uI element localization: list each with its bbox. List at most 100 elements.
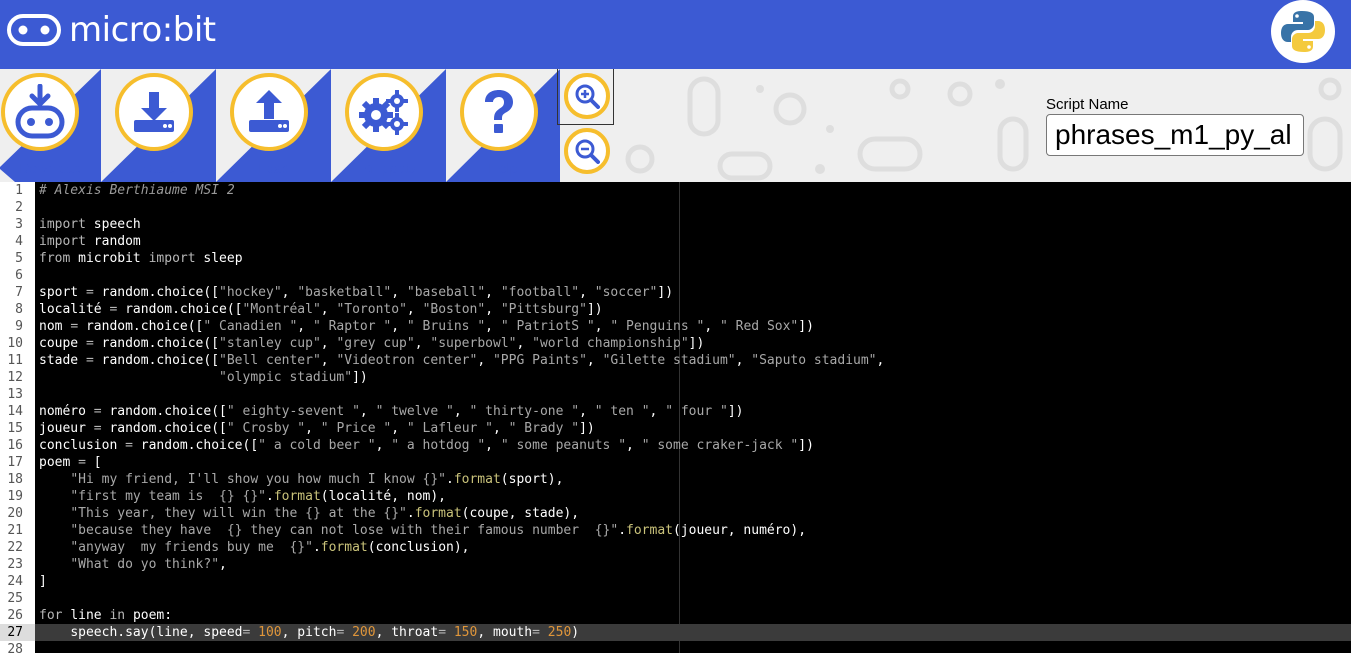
- code-token: " a hotdog ": [391, 438, 486, 453]
- help-label: Help: [488, 160, 518, 176]
- python-logo: [1271, 0, 1335, 63]
- code-line[interactable]: joueur = random.choice([" Crosby ", " Pr…: [39, 420, 595, 437]
- line-number: 27: [0, 624, 35, 641]
- upload-icon: [249, 90, 289, 132]
- question-mark-icon: [485, 90, 513, 133]
- code-editor[interactable]: 1 2 3 4 5 6 7 8 9 10 11 12 13 14 15 16 17 18 19 20 21 22 23 24 2…: [0, 182, 1351, 653]
- code-token: ,: [305, 421, 321, 436]
- code-line[interactable]: "because they have {} they can not lose …: [39, 522, 806, 539]
- code-token: 150: [453, 625, 478, 640]
- microbit-face-icon: [7, 14, 61, 46]
- line-number: 2: [15, 200, 23, 215]
- code-token: ,: [477, 353, 493, 368]
- zoom-out-icon: [575, 139, 600, 164]
- code-token: (sport),: [500, 472, 564, 487]
- code-line[interactable]: stade = random.choice(["Bell center", "V…: [39, 352, 884, 369]
- code-line[interactable]: import speech: [39, 216, 141, 233]
- code-line[interactable]: conclusion = random.choice([" a cold bee…: [39, 437, 814, 454]
- snippets-button[interactable]: Snippets: [331, 69, 446, 182]
- code-token: random.choice([: [101, 285, 220, 300]
- load-button[interactable]: Load: [216, 69, 331, 182]
- line-number: 16: [7, 438, 23, 453]
- code-token: random.choice([: [109, 421, 227, 436]
- zoom-in-button[interactable]: [564, 73, 610, 119]
- code-token: "because they have {} they can not lose …: [70, 523, 619, 538]
- load-label: Load: [257, 160, 290, 176]
- code-token: "anyway my friends buy me {}": [70, 540, 313, 555]
- code-line[interactable]: "What do yo think?",: [39, 556, 227, 573]
- code-token: "basketball": [297, 285, 392, 300]
- code-token: ]): [727, 404, 744, 419]
- code-token: "Videotron center": [336, 353, 478, 368]
- help-button[interactable]: Help: [446, 69, 560, 182]
- line-number: 4: [15, 234, 23, 249]
- script-name-input[interactable]: [1046, 114, 1304, 156]
- code-line[interactable]: coupe = random.choice(["stanley cup", "g…: [39, 335, 704, 352]
- line-number: 23: [7, 557, 23, 572]
- code-token: ,: [485, 319, 501, 334]
- line-number: 26: [7, 608, 23, 623]
- line-number: 14: [7, 404, 23, 419]
- code-line[interactable]: sport = random.choice(["hockey", "basket…: [39, 284, 673, 301]
- code-token: import: [148, 251, 196, 266]
- code-token: ,: [876, 353, 885, 368]
- line-number: 6: [15, 268, 23, 283]
- code-token: noméro: [39, 404, 86, 419]
- code-line[interactable]: "This year, they will win the {} at the …: [39, 505, 579, 522]
- code-line[interactable]: for line in poem:: [39, 607, 172, 624]
- code-line[interactable]: "first my team is {} {}".format(localité…: [39, 488, 446, 505]
- code-token: ): [571, 625, 580, 640]
- code-token: ,: [375, 438, 392, 453]
- code-token: =: [78, 455, 86, 470]
- code-token: ,: [485, 302, 501, 317]
- code-token: =: [438, 625, 447, 640]
- code-line[interactable]: localité = random.choice(["Montréal", "T…: [39, 301, 603, 318]
- python-logo-icon: [1281, 11, 1325, 52]
- save-button[interactable]: Save: [101, 69, 216, 182]
- code-line[interactable]: "Hi my friend, I'll show you how much I …: [39, 471, 563, 488]
- code-token: poem: [39, 455, 71, 470]
- line-number: 10: [7, 336, 23, 351]
- snippets-circle: [345, 73, 423, 151]
- code-token: "first my team is {} {}": [70, 489, 266, 504]
- code-line[interactable]: from microbit import sleep: [39, 250, 243, 267]
- code-token: .: [265, 489, 274, 504]
- code-token: "Gilette stadium": [602, 353, 736, 368]
- code-token: " ten ": [594, 404, 650, 419]
- code-line[interactable]: import random: [39, 233, 141, 250]
- code-token: =: [85, 285, 94, 300]
- code-line[interactable]: noméro = random.choice([" eighty-sevent …: [39, 403, 743, 420]
- code-token: 250: [547, 625, 572, 640]
- code-token: "Pittsburg": [500, 302, 587, 317]
- code-line[interactable]: "anyway my friends buy me {}".format(con…: [39, 539, 469, 556]
- download-button[interactable]: Download: [0, 69, 101, 182]
- script-name-label: Script Name: [1046, 96, 1129, 113]
- code-line[interactable]: speech.say(line, speed = 100, pitch = 200,…: [39, 624, 579, 641]
- code-token: ,: [359, 404, 376, 419]
- code-token: .: [618, 523, 627, 538]
- code-token: localité: [39, 302, 102, 317]
- code-token: joueur: [39, 421, 86, 436]
- code-token: " Red Sox": [719, 319, 799, 334]
- line-number: 9: [15, 319, 23, 334]
- code-line[interactable]: ]: [39, 573, 47, 590]
- code-token: " Price ": [320, 421, 392, 436]
- code-line[interactable]: nom = random.choice([" Canadien ", " Rap…: [39, 318, 814, 335]
- code-token: ,: [493, 421, 509, 436]
- code-line[interactable]: "olympic stadium"]): [39, 369, 368, 386]
- code-line[interactable]: poem = [: [39, 454, 102, 471]
- download-label: Download: [19, 160, 82, 176]
- code-line[interactable]: # Alexis Berthiaume MSI 2: [39, 182, 235, 199]
- code-token: "hockey": [219, 285, 282, 300]
- zoom-out-button[interactable]: [564, 128, 610, 174]
